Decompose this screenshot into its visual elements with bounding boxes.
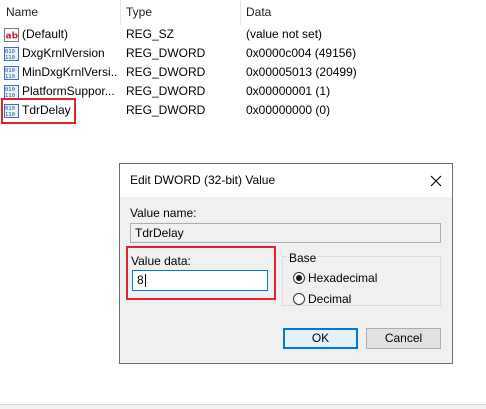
radio-unchecked-icon: [293, 293, 305, 305]
value-data-input[interactable]: 8: [132, 270, 268, 291]
hexadecimal-radio[interactable]: Hexadecimal: [293, 271, 377, 285]
text-caret: [144, 274, 146, 288]
registry-value-row[interactable]: ab (Default) REG_SZ (value not set): [0, 25, 486, 44]
value-type: REG_DWORD: [126, 103, 206, 117]
value-data-label: Value data:: [131, 254, 191, 268]
base-group-label: Base: [287, 251, 319, 265]
value-type: REG_DWORD: [126, 46, 206, 60]
binary-value-icon: 010 110: [4, 84, 19, 99]
list-header: Name Type Data: [0, 0, 486, 25]
value-type: REG_DWORD: [126, 84, 206, 98]
value-name: MinDxgKrnlVersi...: [22, 65, 118, 79]
value-data-text: 8: [137, 273, 144, 287]
dialog-title: Edit DWORD (32-bit) Value: [130, 173, 276, 187]
column-divider[interactable]: [240, 0, 241, 25]
radio-checked-icon: [293, 272, 305, 284]
value-name-field[interactable]: TdrDelay: [130, 223, 441, 243]
edit-dword-dialog: Edit DWORD (32-bit) Value Value name: Td…: [119, 163, 453, 364]
close-icon: [430, 175, 441, 186]
svg-text:ab: ab: [6, 31, 19, 41]
column-divider[interactable]: [120, 0, 121, 25]
value-data: 0x00005013 (20499): [246, 65, 357, 79]
binary-value-icon: 010 110: [4, 46, 19, 61]
value-data: 0x00000001 (1): [246, 84, 331, 98]
close-button[interactable]: [421, 166, 450, 195]
value-data: (value not set): [246, 27, 323, 41]
value-data: 0x0000c004 (49156): [246, 46, 357, 60]
value-name: (Default): [22, 27, 69, 41]
value-name-cell: 010 110 DxgKrnlVersion: [4, 44, 118, 63]
decimal-radio[interactable]: Decimal: [293, 292, 351, 306]
column-header-name[interactable]: Name: [6, 0, 38, 25]
decimal-label: Decimal: [308, 292, 352, 306]
highlight-box-tdrdelay: [1, 98, 76, 124]
cancel-button[interactable]: Cancel: [366, 328, 441, 349]
ok-button[interactable]: OK: [283, 328, 358, 349]
binary-value-icon: 010 110: [4, 65, 19, 80]
value-data: 0x00000000 (0): [246, 103, 331, 117]
column-header-data[interactable]: Data: [246, 0, 271, 25]
string-value-icon: ab: [4, 27, 19, 42]
value-type: REG_DWORD: [126, 65, 206, 79]
registry-value-row[interactable]: 010 110 DxgKrnlVersion REG_DWORD 0x0000c…: [0, 44, 486, 63]
dialog-titlebar[interactable]: Edit DWORD (32-bit) Value: [120, 164, 452, 197]
column-header-type[interactable]: Type: [126, 0, 152, 25]
value-name: DxgKrnlVersion: [22, 46, 105, 60]
value-name-cell: 010 110 MinDxgKrnlVersi...: [4, 63, 118, 82]
svg-text:110: 110: [5, 74, 15, 80]
hexadecimal-label: Hexadecimal: [308, 271, 378, 285]
status-bar: [0, 404, 486, 409]
registry-value-row[interactable]: 010 110 MinDxgKrnlVersi... REG_DWORD 0x0…: [0, 63, 486, 82]
value-name-label: Value name:: [130, 206, 197, 220]
svg-text:110: 110: [5, 55, 15, 61]
value-name-cell: ab (Default): [4, 25, 118, 44]
value-type: REG_SZ: [126, 27, 175, 41]
